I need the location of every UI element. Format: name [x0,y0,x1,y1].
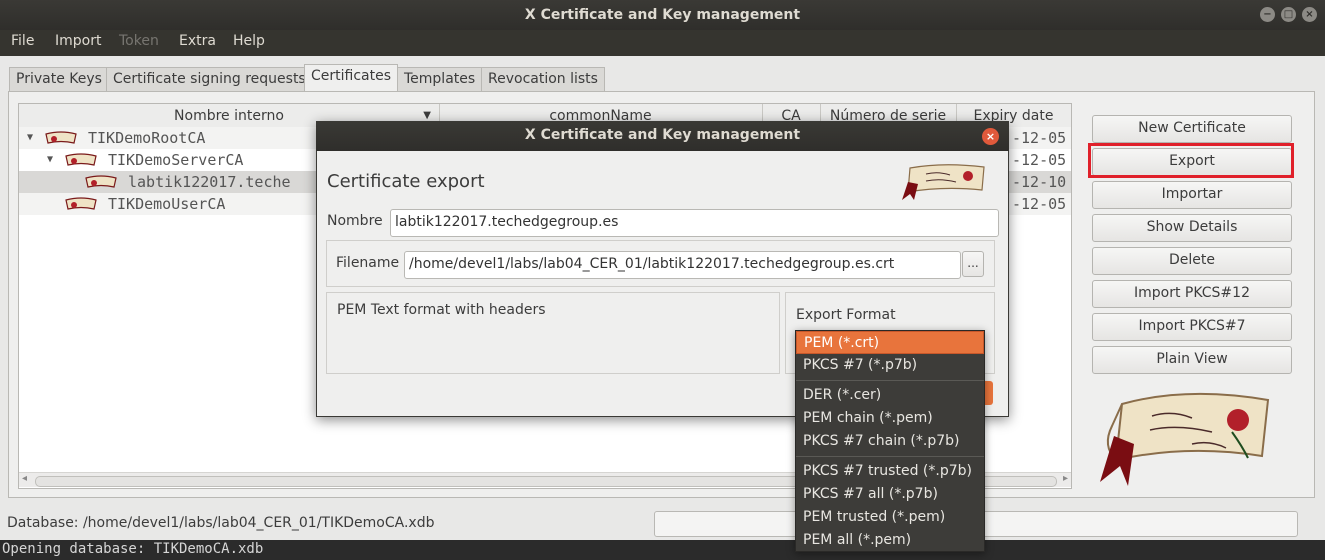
tab-revocation-lists[interactable]: Revocation lists [481,67,605,92]
row-name: labtik122017.teche [128,173,291,191]
row-name: TIKDemoUserCA [108,195,226,213]
export-highlight-box [1088,143,1294,178]
xca-logo-small [902,164,985,200]
scroll-left-icon[interactable]: ◂ [22,473,27,484]
import-pkcs7-button[interactable]: Import PKCS#7 [1092,313,1292,341]
certificate-icon [85,175,117,188]
show-details-button[interactable]: Show Details [1092,214,1292,242]
format-option[interactable]: PEM chain (*.pem) [796,407,984,430]
format-option[interactable]: PKCS #7 all (*.p7b) [796,483,984,506]
format-option[interactable]: PEM (*.crt) [796,331,984,354]
minimize-icon[interactable]: − [1260,7,1275,22]
tab-csr[interactable]: Certificate signing requests [106,67,313,92]
database-path: Database: /home/devel1/labs/lab04_CER_01… [7,515,435,531]
menu-file[interactable]: File [11,33,34,49]
certificate-icon [65,153,97,166]
plain-view-button[interactable]: Plain View [1092,346,1292,374]
row-expiry: -12-05 [1012,195,1067,213]
statusbar: Database: /home/devel1/labs/lab04_CER_01… [0,506,1325,540]
collapse-arrow-icon[interactable]: ▼ [47,149,53,171]
dropdown-separator [796,456,984,457]
console-output: Opening database: TIKDemoCA.xdb [0,540,1325,560]
row-expiry: -12-05 [1012,129,1067,147]
format-option[interactable]: DER (*.cer) [796,384,984,407]
row-name: TIKDemoRootCA [88,129,206,147]
menu-extra[interactable]: Extra [179,33,216,49]
dialog-heading: Certificate export [327,171,485,192]
import-button[interactable]: Importar [1092,181,1292,209]
nombre-label: Nombre [327,213,383,229]
certificate-icon [65,197,97,210]
format-option[interactable]: PKCS #7 (*.p7b) [796,354,984,377]
tab-templates[interactable]: Templates [397,67,483,92]
row-expiry: -12-05 [1012,151,1067,169]
certificate-icon [45,131,77,144]
format-description: PEM Text format with headers [337,302,546,318]
close-icon[interactable]: × [1302,7,1317,22]
window-titlebar[interactable]: X Certificate and Key management − □ × [0,0,1325,30]
scroll-right-icon[interactable]: ▸ [1063,473,1068,484]
dialog-titlebar[interactable]: X Certificate and Key management [316,121,1009,151]
browse-button[interactable]: ... [962,251,984,277]
menu-help[interactable]: Help [233,33,265,49]
tab-certificates[interactable]: Certificates [304,64,399,93]
filename-label: Filename [336,255,400,271]
format-option[interactable]: PEM all (*.pem) [796,529,984,552]
collapse-arrow-icon[interactable]: ▼ [27,127,33,149]
row-expiry: -12-10 [1012,173,1067,191]
export-format-label: Export Format [796,307,896,323]
column-label: Nombre interno [174,108,284,124]
new-certificate-button[interactable]: New Certificate [1092,115,1292,143]
menubar: File Import Token Extra Help [0,30,1325,56]
import-pkcs12-button[interactable]: Import PKCS#12 [1092,280,1292,308]
xca-logo [1100,392,1270,486]
row-name: TIKDemoServerCA [108,151,244,169]
format-option[interactable]: PEM trusted (*.pem) [796,506,984,529]
filename-field[interactable]: /home/devel1/labs/lab04_CER_01/labtik122… [404,251,961,279]
delete-button[interactable]: Delete [1092,247,1292,275]
nombre-field[interactable]: labtik122017.techedgegroup.es [390,209,999,237]
menu-token[interactable]: Token [119,33,159,49]
format-option[interactable]: PKCS #7 trusted (*.p7b) [796,460,984,483]
tab-private-keys[interactable]: Private Keys [9,67,109,92]
window-title: X Certificate and Key management [524,7,801,23]
maximize-icon[interactable]: □ [1281,7,1296,22]
menu-import[interactable]: Import [55,33,101,49]
dropdown-separator [796,380,984,381]
dialog-close-icon[interactable]: × [982,128,999,145]
format-option[interactable]: PKCS #7 chain (*.p7b) [796,430,984,453]
